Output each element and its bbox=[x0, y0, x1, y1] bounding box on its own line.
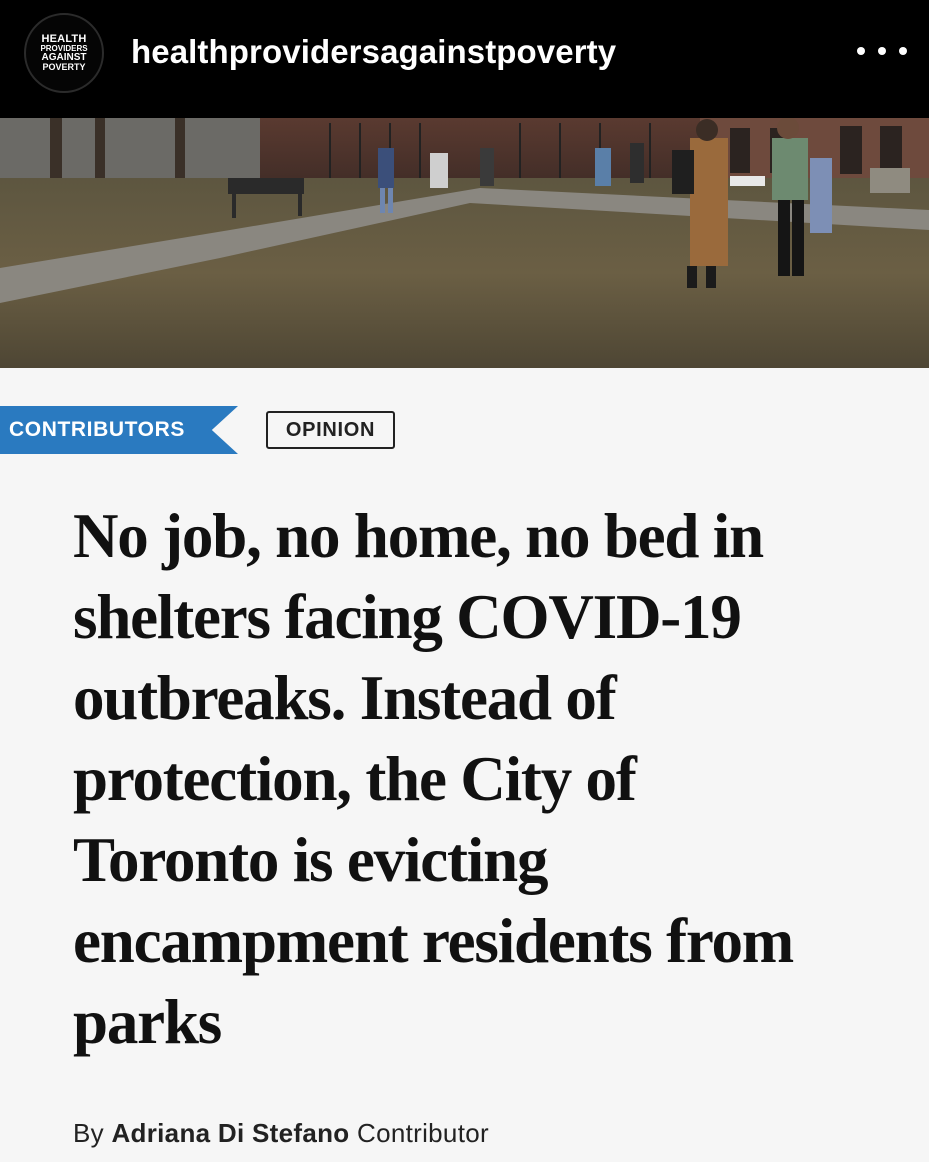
headline-line: encampment residents from bbox=[73, 906, 794, 976]
dot bbox=[899, 47, 907, 55]
headline-line: outbreaks. Instead of bbox=[73, 663, 617, 733]
article-card: CONTRIBUTORS OPINION No job, no home, no… bbox=[0, 368, 929, 1162]
byline-prefix: By bbox=[73, 1118, 104, 1148]
article-headline: No job, no home, no bed in shelters faci… bbox=[73, 496, 873, 1063]
avatar-text-line: POVERTY bbox=[42, 62, 86, 72]
author-name[interactable]: Adriana Di Stefano bbox=[111, 1118, 349, 1148]
park-scene-image bbox=[0, 118, 929, 368]
author-role: Contributor bbox=[357, 1118, 489, 1148]
byline: By Adriana Di Stefano Contributor bbox=[73, 1118, 489, 1149]
contributors-tag[interactable]: CONTRIBUTORS bbox=[0, 406, 238, 454]
headline-line: shelters facing COVID-19 bbox=[73, 582, 742, 652]
avatar[interactable]: HEALTH PROVIDERS AGAINST POVERTY bbox=[24, 13, 104, 93]
headline-line: parks bbox=[73, 987, 222, 1057]
username-link[interactable]: healthprovidersagainstpoverty bbox=[131, 33, 616, 71]
article-photo bbox=[0, 118, 929, 368]
post-header: HEALTH PROVIDERS AGAINST POVERTY healthp… bbox=[0, 0, 929, 118]
headline-line: No job, no home, no bed in bbox=[73, 501, 764, 571]
opinion-tag[interactable]: OPINION bbox=[266, 411, 395, 449]
dot bbox=[878, 47, 886, 55]
more-options-icon[interactable] bbox=[857, 36, 907, 66]
headline-line: Toronto is evicting bbox=[73, 825, 548, 895]
dot bbox=[857, 47, 865, 55]
headline-line: protection, the City of bbox=[73, 744, 637, 814]
